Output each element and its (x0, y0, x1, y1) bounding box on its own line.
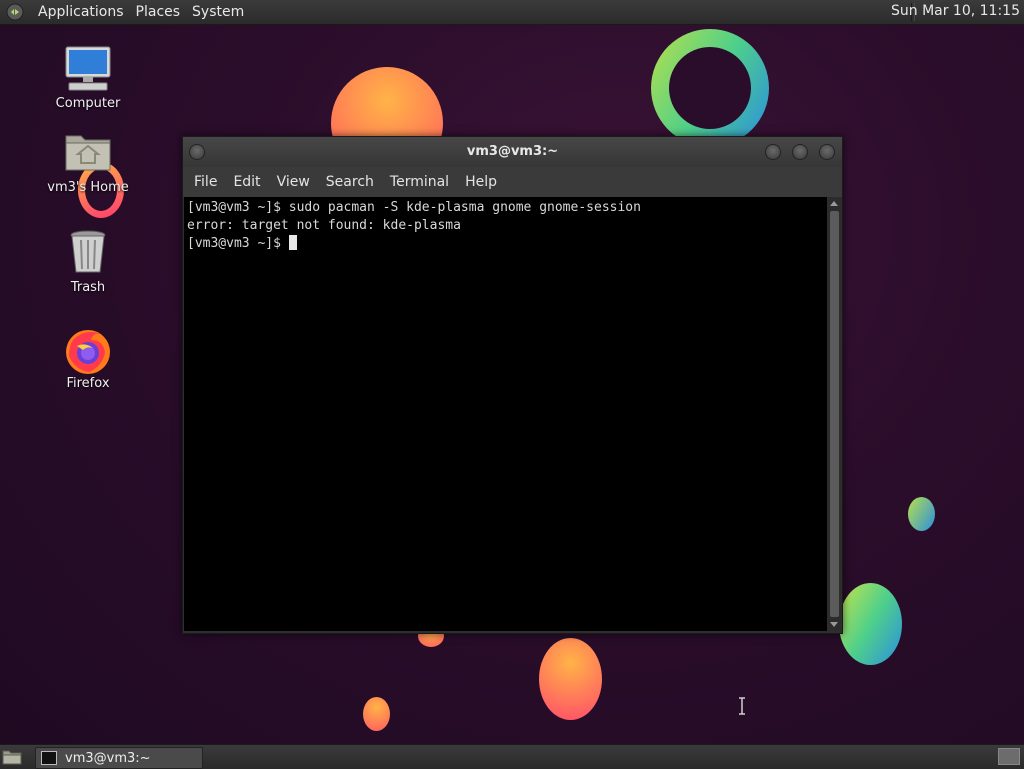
desktop-icon-label: Trash (70, 280, 106, 295)
terminal-prompt-line: [vm3@vm3 ~]$ (187, 235, 297, 253)
terminal-line: [vm3@vm3 ~]$ sudo pacman -S kde-plasma g… (187, 200, 641, 215)
home-folder-icon (63, 130, 113, 176)
ibeam-cursor-icon (739, 697, 745, 715)
applications-menu[interactable]: Applications (32, 4, 130, 20)
desktop-icon-firefox[interactable]: Firefox (38, 326, 138, 391)
firefox-icon (63, 326, 113, 374)
workspace-switcher[interactable] (998, 748, 1020, 765)
window-titlebar[interactable]: vm3@vm3:~ (183, 137, 842, 167)
show-desktop-icon[interactable] (2, 748, 22, 765)
desktop-icon-trash[interactable]: Trash (38, 230, 138, 295)
bottom-panel: vm3@vm3:~ (0, 744, 1024, 769)
desktop-icon-label: Computer (55, 96, 121, 111)
scroll-down-icon[interactable] (830, 622, 838, 627)
wallpaper-orange-blob (539, 638, 602, 720)
terminal-output[interactable]: [vm3@vm3 ~]$ sudo pacman -S kde-plasma g… (184, 197, 827, 715)
maximize-button[interactable] (792, 144, 808, 160)
terminal-menubar: File Edit View Search Terminal Help (183, 167, 842, 197)
taskbar-terminal-button[interactable]: vm3@vm3:~ (35, 747, 203, 769)
window-title: vm3@vm3:~ (466, 144, 559, 159)
terminal-prompt: [vm3@vm3 ~]$ (187, 236, 289, 251)
text-cursor (288, 235, 297, 250)
wallpaper-ring (651, 29, 769, 147)
terminal-line: error: target not found: kde-plasma (187, 218, 461, 233)
terminal-icon (41, 751, 57, 765)
system-menu[interactable]: System (186, 4, 250, 20)
scroll-up-icon[interactable] (830, 201, 838, 206)
menu-help[interactable]: Help (458, 174, 504, 190)
desktop-icon-home[interactable]: vm3's Home (38, 130, 138, 195)
trash-icon (63, 230, 113, 276)
clock[interactable]: Sun Mar 10, 11:15 (891, 3, 1020, 19)
scrollbar-thumb[interactable] (830, 211, 839, 617)
menu-file[interactable]: File (187, 174, 224, 190)
computer-icon (63, 46, 113, 92)
close-button[interactable] (819, 144, 835, 160)
desktop-icon-label: vm3's Home (47, 180, 129, 195)
places-menu[interactable]: Places (130, 4, 187, 20)
menu-terminal[interactable]: Terminal (383, 174, 456, 190)
minimize-button[interactable] (765, 144, 781, 160)
wallpaper-small-orange (363, 697, 390, 731)
top-panel: Applications Places System Sun Mar 10, 1… (0, 0, 1024, 25)
wallpaper-blue-blob (839, 583, 902, 665)
menu-search[interactable]: Search (319, 174, 381, 190)
mate-logo-icon[interactable] (6, 3, 24, 21)
desktop-icon-computer[interactable]: Computer (38, 46, 138, 111)
terminal-scrollbar[interactable] (828, 197, 841, 631)
taskbar-label: vm3@vm3:~ (65, 750, 151, 766)
menu-edit[interactable]: Edit (226, 174, 267, 190)
desktop-icon-label: Firefox (66, 376, 110, 391)
terminal-window[interactable]: vm3@vm3:~ File Edit View Search Terminal… (182, 136, 843, 715)
menu-view[interactable]: View (270, 174, 317, 190)
wallpaper-green-blob (908, 497, 935, 531)
